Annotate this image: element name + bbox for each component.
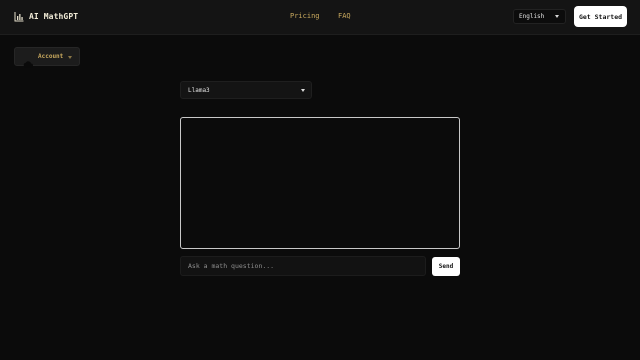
language-select[interactable]: English bbox=[513, 9, 566, 24]
chevron-down-icon bbox=[555, 15, 559, 18]
brand-name: AI MathGPT bbox=[29, 11, 79, 21]
language-value: English bbox=[519, 13, 545, 20]
nav-link-pricing[interactable]: Pricing bbox=[290, 12, 320, 20]
model-select[interactable]: Llama3 bbox=[180, 81, 312, 99]
nav-link-faq[interactable]: FAQ bbox=[338, 12, 351, 20]
account-label: Account bbox=[38, 53, 64, 60]
bar-chart-icon bbox=[14, 10, 24, 22]
cloud-icon bbox=[23, 53, 33, 68]
brand[interactable]: AI MathGPT bbox=[14, 10, 78, 22]
model-value: Llama3 bbox=[188, 86, 210, 94]
send-button[interactable]: Send bbox=[432, 257, 460, 276]
top-navbar: AI MathGPT Pricing FAQ English Get Start… bbox=[0, 0, 640, 35]
chevron-down-icon bbox=[301, 89, 305, 92]
chat-output-area[interactable] bbox=[180, 117, 460, 249]
get-started-button[interactable]: Get Started bbox=[574, 6, 627, 27]
chevron-down-icon bbox=[68, 56, 72, 59]
math-question-input[interactable] bbox=[180, 256, 426, 276]
account-button[interactable]: Account bbox=[14, 47, 80, 68]
